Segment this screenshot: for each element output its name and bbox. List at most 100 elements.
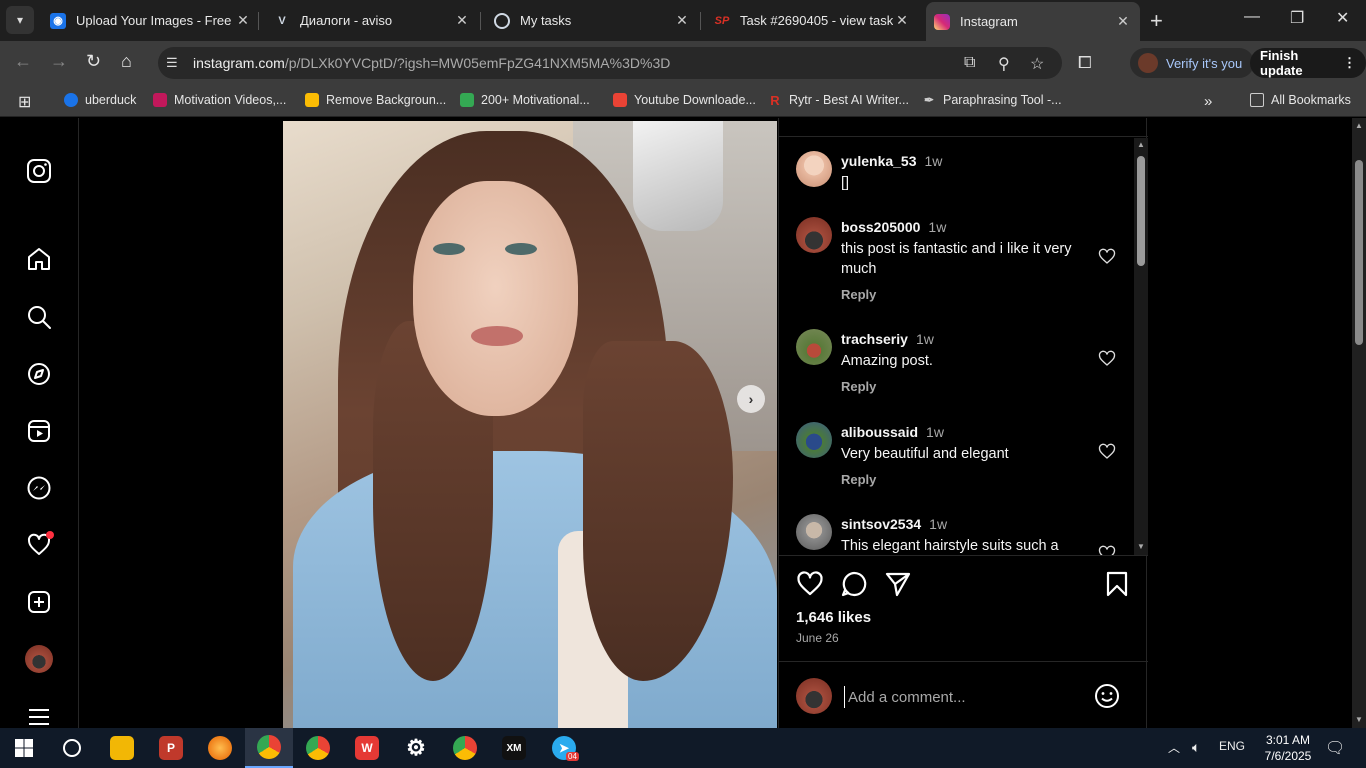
notifications-heart-icon[interactable] [24,530,54,560]
tab-my-tasks[interactable]: My tasks ✕ [490,0,695,41]
share-paper-plane-icon[interactable] [884,570,912,598]
commenter-avatar[interactable] [796,151,832,187]
scroll-down-arrow-icon[interactable]: ▼ [1355,715,1363,724]
start-button[interactable] [0,728,48,768]
show-hidden-icons-chevron-icon[interactable]: ︿ [1168,739,1180,756]
reels-icon[interactable] [24,416,54,446]
comment-username[interactable]: sintsov2534 1w [841,516,947,532]
bookmark-paraphrasing[interactable]: ✒ Paraphrasing Tool -... [922,93,1062,107]
comment-username[interactable]: yulenka_53 1w [841,153,942,169]
taskbar-file-explorer[interactable] [98,728,146,768]
reload-button[interactable]: ↻ [86,51,101,72]
reply-button[interactable]: Reply [841,472,876,487]
tab-aviso[interactable]: V Диалоги - aviso ✕ [270,0,475,41]
post-photo[interactable] [283,121,777,728]
extensions-icon[interactable]: ⧠ [1078,53,1092,73]
finish-update-button[interactable]: Finish update ⋮ [1250,48,1366,78]
reply-button[interactable]: Reply [841,287,876,302]
restore-button[interactable]: ❐ [1290,8,1304,28]
profile-avatar[interactable] [24,644,54,674]
close-window-button[interactable]: ✕ [1336,8,1349,28]
taskbar-settings[interactable]: ⚙ [392,728,440,768]
comment-username[interactable]: boss205000 1w [841,219,946,235]
close-tab-icon[interactable]: ✕ [673,12,691,29]
tab-search-button[interactable]: ▾ [6,6,34,34]
install-app-icon[interactable]: ⧉ [964,54,975,72]
comment-username[interactable]: trachseriy 1w [841,331,934,347]
forward-button[interactable]: → [50,51,68,72]
address-bar[interactable]: ☰ instagram.com/p/DLXk0YVCptD/?igsh=MW05… [158,47,1062,79]
tab-instagram[interactable]: Instagram ✕ [926,2,1140,41]
back-button[interactable]: ← [14,51,32,72]
bookmark-uberduck[interactable]: uberduck [64,93,136,107]
like-heart-icon[interactable] [796,570,824,598]
close-tab-icon[interactable]: ✕ [893,12,911,29]
comment-bubble-icon[interactable] [840,570,868,598]
bookmark-star-icon[interactable]: ☆ [1030,54,1044,74]
like-comment-heart-icon[interactable] [1098,443,1116,461]
commenter-avatar[interactable] [796,514,832,550]
volume-icon[interactable]: 🔈︎ [1192,739,1200,756]
like-comment-heart-icon[interactable] [1098,545,1116,555]
site-info-icon[interactable]: ☰ [166,55,182,71]
likes-count[interactable]: 1,646 likes [796,609,871,626]
url-text[interactable]: instagram.com/p/DLXk0YVCptD/?igsh=MW05em… [193,55,670,71]
taskbar-chrome-profile[interactable] [441,728,489,768]
like-comment-heart-icon[interactable] [1098,248,1116,266]
taskbar-xm[interactable]: XM [490,728,538,768]
close-tab-icon[interactable]: ✕ [1114,13,1132,30]
bookmark-motivational[interactable]: 200+ Motivational... [460,93,590,107]
commenter-avatar[interactable] [796,422,832,458]
bookmark-motivation-videos[interactable]: Motivation Videos,... [153,93,286,107]
apps-icon[interactable]: ⊞ [18,92,31,112]
bookmark-remove-background[interactable]: Remove Backgroun... [305,93,446,107]
instagram-logo-icon[interactable] [24,156,54,186]
taskbar-firefox[interactable] [196,728,244,768]
bookmark-youtube-downloader[interactable]: Youtube Downloade... [613,93,756,107]
bookmark-rytr[interactable]: R Rytr - Best AI Writer... [768,93,909,108]
close-tab-icon[interactable]: ✕ [453,12,471,29]
home-button[interactable]: ⌂ [121,51,132,72]
comment-input[interactable] [844,686,1084,708]
commenter-avatar[interactable] [796,217,832,253]
next-photo-chevron-icon[interactable]: › [737,385,765,413]
save-bookmark-icon[interactable] [1103,570,1131,598]
search-icon[interactable] [24,302,54,332]
emoji-icon[interactable] [1094,683,1120,709]
scrollbar-thumb[interactable] [1137,156,1145,266]
post-date[interactable]: June 26 [796,631,839,645]
comment-username[interactable]: aliboussaid 1w [841,424,944,440]
commenter-avatar[interactable] [796,329,832,365]
scrollbar-thumb[interactable] [1355,160,1363,345]
taskbar-wps[interactable]: W [343,728,391,768]
home-icon[interactable] [24,244,54,274]
close-tab-icon[interactable]: ✕ [234,12,252,29]
minimize-button[interactable]: — [1244,8,1260,26]
like-comment-heart-icon[interactable] [1098,350,1116,368]
taskbar-app-p[interactable]: P [147,728,195,768]
more-menu-icon[interactable] [24,702,54,728]
language-indicator[interactable]: ENG [1219,739,1245,753]
new-tab-button[interactable]: + [1150,8,1163,34]
reply-button[interactable]: Reply [841,379,876,394]
explore-icon[interactable] [24,359,54,389]
scroll-up-arrow-icon[interactable]: ▲ [1137,140,1145,149]
more-bookmarks-icon[interactable]: » [1204,93,1212,110]
comments-scrollbar[interactable]: ▲ ▼ [1134,138,1148,555]
taskbar-telegram[interactable]: ➤ 04 [540,728,588,768]
all-bookmarks-folder[interactable]: All Bookmarks [1250,93,1351,107]
tab-upload-images[interactable]: ◉ Upload Your Images - Free I ✕ [46,0,256,41]
taskbar-chrome-active[interactable] [245,728,293,768]
tab-task-2690405[interactable]: SP Task #2690405 - view task ✕ [710,0,915,41]
zoom-icon[interactable]: ⚲ [998,54,1010,74]
scroll-up-arrow-icon[interactable]: ▲ [1355,121,1363,130]
messenger-icon[interactable] [24,473,54,503]
create-icon[interactable] [24,587,54,617]
taskbar-chrome[interactable] [294,728,342,768]
notifications-icon[interactable]: 🗨︎ [1325,738,1345,758]
verify-account-button[interactable]: Verify it's you [1130,48,1255,78]
search-button[interactable] [48,728,96,768]
scroll-down-arrow-icon[interactable]: ▼ [1137,542,1145,551]
system-clock[interactable]: 3:01 AM 7/6/2025 [1258,732,1318,764]
page-scrollbar[interactable]: ▲ ▼ [1352,118,1366,728]
